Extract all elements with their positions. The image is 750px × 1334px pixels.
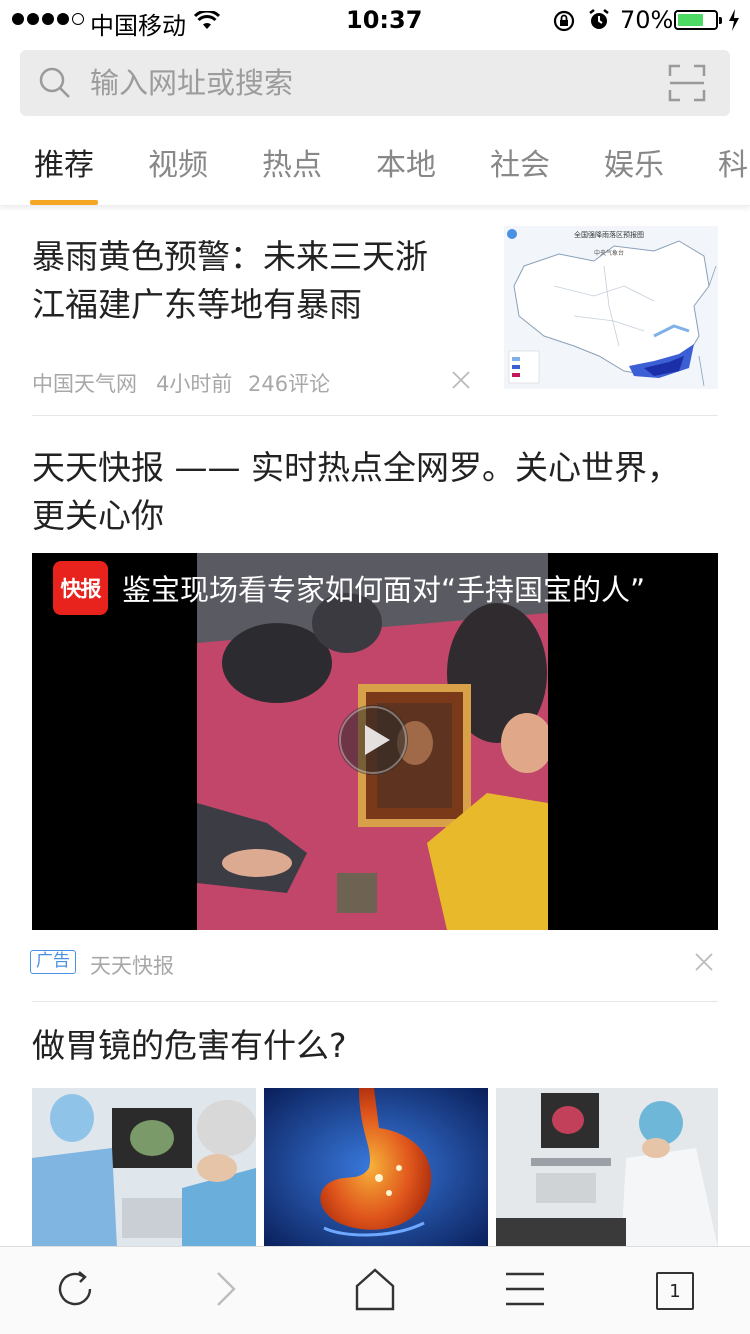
tab-hot[interactable]: 热点 bbox=[262, 140, 322, 184]
article-comments: 246评论 bbox=[248, 372, 331, 396]
status-bar: 中国移动 10:37 70% bbox=[0, 0, 750, 40]
home-icon bbox=[354, 1266, 396, 1316]
article-source: 中国天气网 bbox=[32, 372, 137, 396]
ad-badge: 广告 bbox=[30, 950, 76, 974]
search-bar[interactable] bbox=[20, 50, 730, 116]
clock-time: 10:37 bbox=[346, 6, 423, 34]
article-title: 天天快报 —— 实时热点全网罗。关心世界， 更关心你 bbox=[32, 448, 680, 535]
charging-icon bbox=[728, 9, 740, 37]
scan-qr-icon[interactable] bbox=[668, 64, 706, 106]
wifi-icon bbox=[193, 9, 221, 37]
article-thumbnail-map: 全国强降雨落区预报图 中央气象台 bbox=[504, 226, 718, 389]
article-thumbnail-2 bbox=[264, 1088, 488, 1248]
tab-society[interactable]: 社会 bbox=[490, 140, 550, 184]
chevron-right-icon bbox=[210, 1269, 240, 1313]
home-button[interactable] bbox=[340, 1247, 410, 1334]
menu-icon bbox=[504, 1271, 546, 1311]
forward-button[interactable] bbox=[190, 1247, 260, 1334]
tab-recommend[interactable]: 推荐 bbox=[34, 140, 94, 184]
channel-tabs: 推荐 视频 热点 本地 社会 娱乐 科 bbox=[0, 128, 750, 206]
video-player[interactable]: 快报 鉴宝现场看专家如何面对“手持国宝的人” bbox=[32, 553, 718, 930]
battery-percent: 70% bbox=[620, 6, 674, 34]
tab-entertainment[interactable]: 娱乐 bbox=[604, 140, 664, 184]
dismiss-icon[interactable] bbox=[452, 371, 470, 393]
feed-divider bbox=[32, 1001, 718, 1002]
tab-tech[interactable]: 科 bbox=[718, 140, 748, 184]
article-thumbnail-1 bbox=[32, 1088, 256, 1248]
dismiss-icon[interactable] bbox=[695, 953, 713, 975]
tab-count: 1 bbox=[656, 1272, 694, 1310]
thumbnail-title: 全国强降雨落区预报图 bbox=[574, 231, 644, 239]
search-icon bbox=[38, 66, 72, 104]
feed-divider bbox=[32, 415, 718, 416]
refresh-button[interactable] bbox=[40, 1247, 110, 1334]
menu-button[interactable] bbox=[490, 1247, 560, 1334]
signal-strength-icon bbox=[12, 13, 84, 25]
play-button[interactable] bbox=[338, 705, 408, 775]
article-title: 做胃镜的危害有什么? bbox=[32, 1026, 347, 1065]
active-tab-indicator bbox=[30, 200, 98, 205]
carrier-name: 中国移动 bbox=[90, 12, 186, 40]
rotation-lock-icon bbox=[552, 9, 576, 39]
tab-video[interactable]: 视频 bbox=[148, 140, 208, 184]
battery-icon bbox=[674, 10, 722, 30]
search-input[interactable] bbox=[90, 50, 650, 116]
refresh-icon bbox=[52, 1266, 98, 1316]
article-source: 天天快报 bbox=[90, 954, 174, 978]
article-thumbnail-3 bbox=[496, 1088, 718, 1248]
video-title: 鉴宝现场看专家如何面对“手持国宝的人” bbox=[122, 573, 646, 607]
thumbnail-subtitle: 中央气象台 bbox=[594, 250, 625, 257]
tab-local[interactable]: 本地 bbox=[376, 140, 436, 184]
tabs-button[interactable]: 1 bbox=[640, 1247, 710, 1334]
bottom-toolbar: 1 bbox=[0, 1246, 750, 1334]
article-time: 4小时前 bbox=[156, 372, 233, 396]
alarm-icon bbox=[587, 8, 611, 38]
kuaibao-logo: 快报 bbox=[53, 561, 108, 615]
article-title: 暴雨黄色预警：未来三天浙 江福建广东等地有暴雨 bbox=[32, 237, 428, 324]
